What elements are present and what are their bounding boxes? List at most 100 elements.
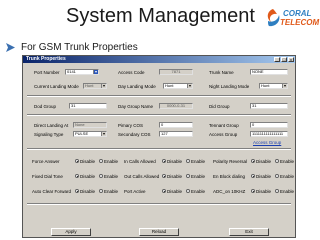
tennant-group-value: 0	[252, 122, 255, 127]
option-radio-group: Disable Enable	[162, 158, 209, 164]
disable-radio-label: Disable	[167, 158, 183, 164]
window-titlebar[interactable]: Trunk Properties _ □ x	[23, 56, 295, 63]
current-landing-mode-select[interactable]: Hunt ▾	[83, 83, 107, 89]
signaling-type-label: Signaling Type	[34, 132, 64, 137]
enable-radio-label: Enable	[104, 188, 119, 194]
day-landing-mode-label: Day Landing Mode	[118, 84, 156, 89]
enable-radio[interactable]	[99, 174, 104, 178]
secondary-cos-value: 127	[161, 131, 168, 136]
bullet-item: For GSM Trunk Properties	[6, 40, 138, 54]
tennant-group-input[interactable]: 0	[250, 122, 288, 128]
signaling-type-value: PULSE	[75, 131, 89, 136]
option-label: ADC_on 10KHZ	[213, 189, 246, 194]
apply-button[interactable]: Apply	[51, 228, 91, 236]
enable-radio-label: Enable	[191, 188, 206, 194]
option-radio-group: Disable Enable	[75, 158, 122, 164]
coral-telecom-logo: CORAL TELECOM	[264, 5, 319, 37]
disable-radio[interactable]	[75, 159, 79, 163]
enable-radio-label: Enable	[104, 158, 119, 164]
port-number-value: 0141	[67, 69, 76, 74]
minimize-button[interactable]: _	[274, 57, 280, 62]
enable-radio[interactable]	[186, 159, 191, 163]
section-separator	[27, 95, 291, 97]
maximize-button[interactable]: □	[281, 57, 287, 62]
enable-radio[interactable]	[186, 174, 191, 178]
current-landing-mode-label: Current Landing Mode	[34, 84, 79, 89]
night-landing-mode-select[interactable]: Hunt ▾	[259, 83, 288, 89]
disable-radio-label: Disable	[80, 173, 96, 179]
enable-radio[interactable]	[275, 174, 280, 178]
disable-radio[interactable]	[75, 189, 79, 193]
disable-radio[interactable]	[251, 159, 255, 163]
section-separator	[27, 203, 291, 205]
primary-cos-input[interactable]: 0	[159, 122, 193, 128]
slide-title: System Management	[66, 5, 255, 27]
enable-radio[interactable]	[99, 189, 104, 193]
section-separator	[27, 148, 291, 150]
disable-radio-label: Disable	[80, 188, 96, 194]
disable-radio[interactable]	[251, 174, 255, 178]
day-group-name-field: 0000-0-31	[159, 103, 193, 109]
reload-button[interactable]: Reload	[139, 228, 179, 236]
day-group-name-label: Day Group Name	[118, 104, 154, 109]
did-group-input[interactable]: 31	[250, 103, 288, 109]
dod-group-input[interactable]: 31	[69, 103, 107, 109]
secondary-cos-label: Secondary COS	[118, 132, 151, 137]
current-landing-mode-value: Hunt	[85, 83, 94, 88]
direct-landing-at-field: None	[73, 122, 107, 128]
option-label: En Block dialing	[213, 174, 246, 179]
day-landing-mode-value: Hunt	[165, 83, 174, 88]
option-radio-group: Disable Enable	[162, 188, 209, 194]
logo-text-line1: CORAL	[283, 9, 312, 18]
disable-radio[interactable]	[162, 174, 166, 178]
day-landing-mode-select[interactable]: Hunt ▾	[163, 83, 193, 89]
chevron-down-icon: ▾	[101, 131, 106, 136]
direct-landing-at-label: Direct Landing At	[34, 123, 69, 128]
disable-radio[interactable]	[75, 174, 79, 178]
window-title: Trunk Properties	[26, 56, 66, 62]
trunk-properties-window: Trunk Properties _ □ x Port Number 0141 …	[22, 55, 296, 238]
primary-cos-value: 0	[161, 122, 164, 127]
disable-radio-label: Disable	[167, 188, 183, 194]
option-label: Out Calls Allowed	[124, 174, 160, 179]
enable-radio[interactable]	[275, 189, 280, 193]
disable-radio-label: Disable	[167, 173, 183, 179]
access-code-value: 7871	[171, 69, 181, 74]
secondary-cos-input[interactable]: 127	[159, 131, 193, 137]
disable-radio[interactable]	[251, 189, 255, 193]
access-group-link[interactable]: Access Group	[253, 140, 281, 145]
disable-radio[interactable]	[162, 159, 166, 163]
access-code-field: 7871	[159, 69, 193, 75]
night-landing-mode-value: Hunt	[261, 83, 270, 88]
bullet-arrow-icon	[6, 42, 15, 52]
enable-radio-label: Enable	[191, 173, 206, 179]
close-button[interactable]: x	[288, 57, 294, 62]
disable-radio[interactable]	[162, 189, 166, 193]
enable-radio[interactable]	[99, 159, 104, 163]
enable-radio[interactable]	[186, 189, 191, 193]
disable-radio-label: Disable	[80, 158, 96, 164]
primary-cos-label: Pimary COS	[118, 123, 144, 128]
trunk-name-input[interactable]: NONE	[250, 69, 288, 75]
access-group-value: 1111111111111111	[252, 131, 284, 136]
option-label: Polarity Reversal	[213, 159, 248, 164]
option-radio-group: Disable Enable	[75, 188, 122, 194]
option-label: Force Answer	[32, 159, 60, 164]
enable-radio-label: Enable	[191, 158, 206, 164]
dod-group-value: 31	[71, 103, 76, 108]
signaling-type-select[interactable]: PULSE ▾	[73, 131, 107, 137]
access-group-input[interactable]: 1111111111111111	[250, 131, 288, 137]
exit-button[interactable]: Exit	[229, 228, 269, 236]
option-label: Fixed Dial Tone	[32, 174, 63, 179]
access-group-label: Access Group	[209, 132, 238, 137]
port-number-select[interactable]: 0141 ▾	[65, 69, 99, 75]
enable-radio[interactable]	[275, 159, 280, 163]
enable-radio-label: Enable	[280, 188, 295, 194]
option-label: Port Active	[124, 189, 146, 194]
night-landing-mode-label: Night Landing Mode	[209, 84, 250, 89]
dod-group-label: Dod Group	[34, 104, 57, 109]
chevron-down-icon: ▾	[101, 83, 106, 88]
trunk-name-value: NONE	[252, 69, 264, 74]
option-radio-group: Disable Enable	[75, 173, 122, 179]
section-separator	[27, 114, 291, 116]
